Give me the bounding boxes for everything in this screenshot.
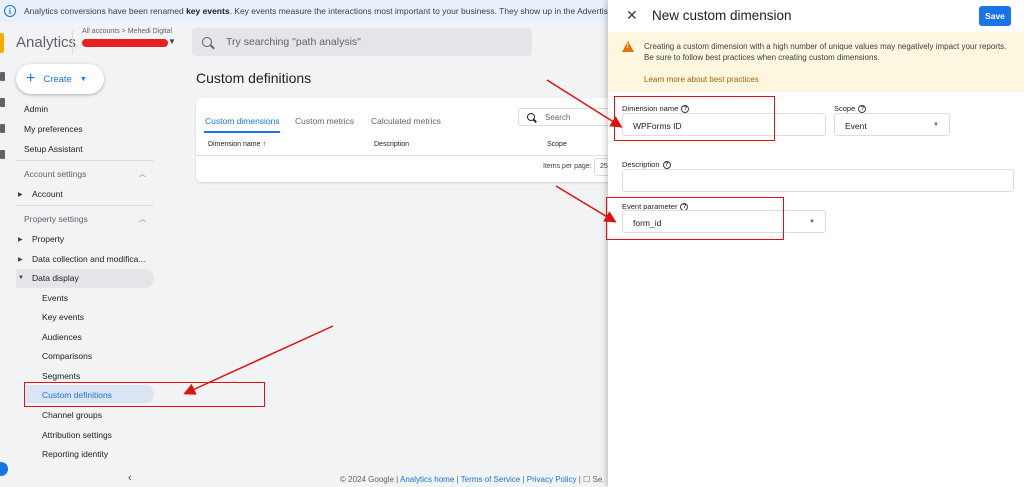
create-button[interactable]: + Create ▼	[16, 64, 104, 94]
expand-icon: ▶	[18, 191, 23, 198]
chevron-down-icon: ▼	[79, 75, 87, 83]
page-footer: © 2024 Google | Analytics home | Terms o…	[340, 475, 602, 484]
tab-calculated-metrics[interactable]: Calculated metrics	[371, 116, 441, 126]
terms-link[interactable]: Terms of Service	[461, 475, 521, 484]
warning-text: Creating a custom dimension with a high …	[644, 42, 1007, 62]
expand-icon: ▶	[18, 256, 23, 263]
annotation-box-dimension-name	[614, 96, 775, 141]
plus-icon: +	[26, 70, 36, 87]
chevron-up-icon: ︿	[139, 216, 146, 223]
description-input[interactable]	[622, 169, 1014, 192]
property-dropdown-icon[interactable]: ▼	[168, 37, 176, 46]
search-icon	[527, 113, 535, 121]
expand-icon: ▶	[18, 236, 23, 243]
data-display-label: Data display	[32, 273, 79, 283]
sidebar-divider	[16, 205, 154, 206]
advertising-icon[interactable]	[0, 150, 5, 159]
save-button[interactable]: Save	[979, 6, 1011, 26]
items-per-page-label: Items per page:	[543, 163, 592, 170]
sidebar-divider	[16, 160, 154, 161]
dropdown-arrow-icon: ▼	[933, 122, 939, 128]
analytics-logo-icon	[0, 33, 4, 53]
sidebar-item-account[interactable]: ▶ Account	[18, 189, 63, 199]
analytics-home-link[interactable]: Analytics home	[400, 475, 454, 484]
close-icon[interactable]: ✕	[626, 7, 638, 24]
account-breadcrumb[interactable]: All accounts > Mehedi Digital	[82, 28, 172, 35]
sidebar-item-comparisons[interactable]: Comparisons	[42, 351, 92, 361]
tab-custom-dimensions[interactable]: Custom dimensions	[205, 116, 280, 126]
search-icon	[202, 37, 212, 47]
banner-text: Analytics conversions have been renamed …	[24, 6, 673, 16]
sidebar-item-my-preferences[interactable]: My preferences	[24, 124, 83, 134]
sidebar-item-key-events[interactable]: Key events	[42, 312, 84, 322]
help-icon[interactable]: ?	[662, 160, 671, 169]
chevron-left-icon[interactable]: ‹	[128, 472, 132, 484]
info-icon: i	[4, 5, 16, 17]
sidebar-item-audiences[interactable]: Audiences	[42, 332, 82, 342]
warning-icon	[622, 41, 634, 52]
scope-value: Event	[845, 121, 867, 131]
sidebar-item-attribution-settings[interactable]: Attribution settings	[42, 430, 112, 440]
description-label-text: Description	[622, 160, 660, 169]
header-divider	[72, 30, 73, 54]
sidebar-item-data-collection[interactable]: ▶ Data collection and modifica...	[18, 254, 145, 264]
active-tab-indicator	[204, 131, 280, 133]
chevron-up-icon: ︿	[139, 171, 146, 178]
drawer-header: ✕ New custom dimension Save	[608, 0, 1024, 32]
account-settings-label: Account settings	[24, 169, 87, 179]
create-label: Create	[43, 73, 72, 85]
description-label: Description?	[622, 160, 671, 169]
scope-select[interactable]: Event ▼	[834, 113, 950, 136]
property-settings-label: Property settings	[24, 214, 88, 224]
annotation-box-custom-definitions	[24, 382, 265, 407]
search-placeholder: Search	[545, 112, 571, 122]
warning-notice: Creating a custom dimension with a high …	[608, 32, 1024, 92]
property-selector-redacted[interactable]	[82, 39, 168, 47]
property-label: Property	[32, 234, 65, 244]
learn-more-link[interactable]: Learn more about best practices	[644, 75, 759, 84]
account-settings-section[interactable]: Account settings ︿	[16, 169, 154, 179]
sidebar-item-setup-assistant[interactable]: Setup Assistant	[24, 144, 83, 154]
tab-custom-metrics[interactable]: Custom metrics	[295, 116, 354, 126]
column-header-scope: Scope	[547, 141, 567, 148]
data-collection-label: Data collection and modifica...	[32, 254, 146, 264]
new-custom-dimension-drawer: ✕ New custom dimension Save Creating a c…	[608, 0, 1024, 487]
column-header-dimension-name[interactable]: Dimension name ↑	[208, 141, 266, 148]
table-divider	[196, 155, 616, 156]
sidebar-item-events[interactable]: Events	[42, 293, 68, 303]
property-settings-section[interactable]: Property settings ︿	[16, 214, 154, 224]
sidebar-item-admin[interactable]: Admin	[24, 104, 48, 114]
admin-sidebar: + Create ▼ Admin My preferences Setup As…	[8, 62, 158, 487]
sidebar-item-property[interactable]: ▶ Property	[18, 234, 64, 244]
scope-label: Scope?	[834, 104, 867, 113]
account-label: Account	[32, 189, 63, 199]
annotation-box-event-parameter	[606, 197, 784, 240]
nav-rail	[0, 62, 8, 487]
sidebar-item-data-display[interactable]: ▼ Data display	[18, 273, 79, 283]
global-search-bar[interactable]: Try searching "path analysis"	[192, 28, 532, 56]
sidebar-item-reporting-identity[interactable]: Reporting identity	[42, 449, 108, 459]
custom-definitions-card: Custom dimensions Custom metrics Calcula…	[196, 98, 628, 182]
collapse-icon: ▼	[18, 275, 24, 281]
app-name: Analytics	[16, 34, 77, 51]
copyright-text: © 2024 Google |	[340, 475, 401, 484]
dropdown-arrow-icon: ▼	[809, 219, 815, 225]
drawer-title: New custom dimension	[652, 8, 792, 23]
page-title: Custom definitions	[196, 70, 312, 86]
sidebar-item-channel-groups[interactable]: Channel groups	[42, 410, 102, 420]
home-icon[interactable]	[0, 72, 5, 81]
sidebar-item-segments[interactable]: Segments	[42, 371, 80, 381]
reports-icon[interactable]	[0, 98, 5, 107]
scope-label-text: Scope	[834, 104, 856, 113]
explore-icon[interactable]	[0, 124, 5, 133]
privacy-link[interactable]: Privacy Policy	[527, 475, 577, 484]
feedback-link[interactable]: | ☐ Se	[577, 475, 602, 484]
help-icon[interactable]: ?	[858, 104, 867, 113]
search-placeholder: Try searching "path analysis"	[226, 36, 361, 48]
column-header-description: Description	[374, 141, 410, 148]
